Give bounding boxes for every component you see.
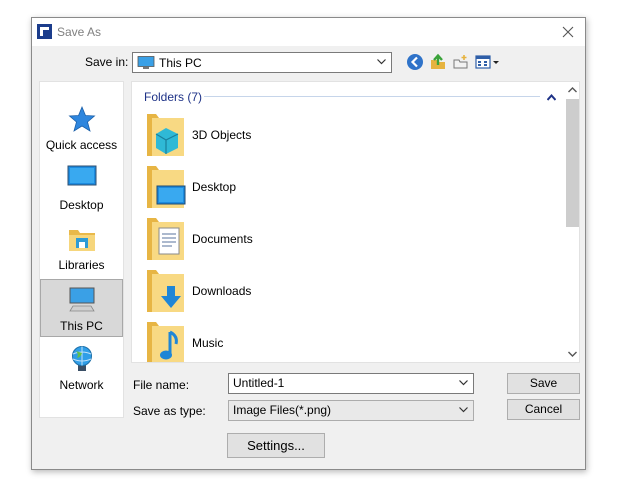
place-this-pc[interactable]: This PC (40, 279, 123, 337)
place-label: Libraries (58, 258, 105, 272)
network-icon (71, 346, 92, 371)
libraries-icon (68, 230, 95, 251)
group-divider (204, 96, 540, 97)
3d-objects-folder-icon (147, 114, 184, 156)
place-label: Desktop (59, 198, 104, 212)
folder-name: Desktop (192, 180, 237, 194)
place-label: Network (59, 378, 104, 392)
chevron-down-icon (459, 407, 468, 413)
place-label: This PC (60, 319, 103, 333)
folder-item-desktop[interactable]: Desktop (144, 162, 544, 212)
computer-icon (68, 287, 95, 312)
place-quick-access[interactable]: Quick access (40, 99, 123, 157)
view-grid-icon (475, 55, 499, 69)
file-list[interactable]: Folders (7) 3D Objects Desktop Documents… (131, 81, 580, 363)
folder-item-music[interactable]: Music (144, 318, 544, 362)
save-as-type-label: Save as type: (133, 404, 206, 418)
app-icon (37, 24, 52, 39)
save-as-dialog: Save As Save in: This PC Quick access De… (31, 17, 586, 470)
save-in-value: This PC (159, 56, 202, 70)
computer-icon (137, 56, 155, 69)
up-folder-icon (431, 53, 445, 69)
chevron-down-icon (568, 351, 577, 357)
star-icon (67, 105, 96, 132)
vertical-scrollbar[interactable] (565, 82, 579, 362)
music-folder-icon (147, 322, 184, 362)
window-title: Save As (57, 25, 102, 39)
downloads-folder-icon (147, 270, 184, 312)
desktop-folder-icon (147, 166, 186, 208)
folder-name: Documents (192, 232, 253, 246)
folder-item-documents[interactable]: Documents (144, 214, 544, 264)
save-button[interactable]: Save (507, 373, 580, 394)
place-network[interactable]: Network (40, 339, 123, 397)
place-libraries[interactable]: Libraries (40, 219, 123, 277)
file-name-label: File name: (133, 378, 190, 392)
place-desktop[interactable]: Desktop (40, 159, 123, 217)
settings-button[interactable]: Settings... (227, 433, 325, 458)
places-bar: Quick access Desktop Libraries This PC N… (39, 81, 124, 418)
back-button[interactable] (406, 53, 426, 73)
folder-item-downloads[interactable]: Downloads (144, 266, 544, 316)
close-button[interactable] (551, 18, 585, 46)
close-icon (562, 26, 574, 38)
chevron-up-icon (546, 93, 557, 101)
scroll-down-button[interactable] (565, 346, 579, 362)
up-folder-button[interactable] (429, 53, 449, 73)
new-folder-button[interactable] (452, 53, 472, 73)
scroll-up-button[interactable] (565, 82, 579, 98)
save-in-dropdown[interactable]: This PC (132, 52, 392, 73)
documents-folder-icon (147, 218, 184, 260)
save-in-label: Save in: (85, 55, 129, 69)
folder-name: Music (192, 336, 224, 350)
folder-name: Downloads (192, 284, 252, 298)
save-as-type-dropdown[interactable]: Image Files(*.png) (228, 400, 474, 421)
collapse-group-button[interactable] (546, 90, 557, 104)
save-as-type-value: Image Files(*.png) (233, 403, 332, 417)
scrollbar-thumb[interactable] (566, 99, 579, 227)
place-label: Quick access (45, 138, 118, 152)
title-bar: Save As (32, 18, 585, 46)
back-arrow-icon (407, 54, 423, 70)
group-header: Folders (7) (144, 90, 203, 104)
chevron-down-icon (377, 59, 386, 65)
file-name-value: Untitled-1 (233, 376, 285, 390)
chevron-up-icon (568, 87, 577, 93)
folder-item-3d-objects[interactable]: 3D Objects (144, 110, 544, 160)
view-menu-button[interactable] (475, 53, 503, 73)
cancel-button[interactable]: Cancel (507, 399, 580, 420)
file-name-input[interactable]: Untitled-1 (228, 373, 474, 394)
new-folder-icon (453, 55, 468, 69)
chevron-down-icon[interactable] (459, 380, 468, 386)
desktop-icon (67, 165, 96, 186)
folder-name: 3D Objects (192, 128, 252, 142)
